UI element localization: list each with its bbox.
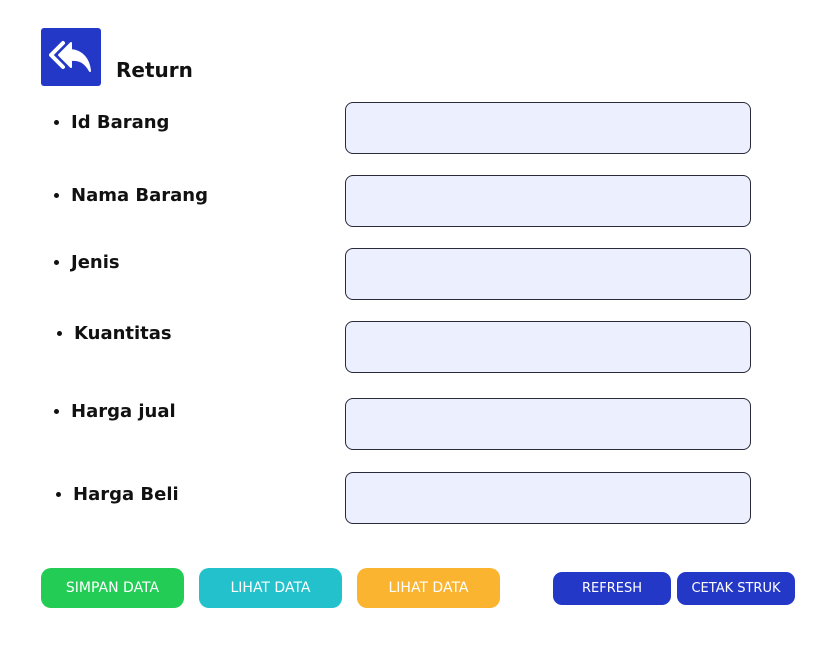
- cetak-struk-button[interactable]: CETAK STRUK: [677, 572, 795, 605]
- field-label-nama-barang: Nama Barang: [54, 185, 208, 206]
- bullet-icon: [54, 120, 59, 125]
- harga-beli-input[interactable]: [345, 472, 751, 524]
- bullet-icon: [54, 260, 59, 265]
- jenis-input[interactable]: [345, 248, 751, 300]
- field-label-text: Kuantitas: [74, 323, 172, 344]
- field-label-id-barang: Id Barang: [54, 112, 169, 133]
- bullet-icon: [57, 331, 62, 336]
- bullet-icon: [56, 492, 61, 497]
- simpan-data-button[interactable]: SIMPAN DATA: [41, 568, 184, 608]
- nama-barang-input[interactable]: [345, 175, 751, 227]
- page-title: Return: [116, 58, 193, 82]
- field-label-jenis: Jenis: [54, 252, 120, 273]
- field-label-text: Nama Barang: [71, 185, 208, 206]
- field-label-text: Harga Beli: [73, 484, 179, 505]
- bullet-icon: [54, 409, 59, 414]
- field-label-text: Id Barang: [71, 112, 170, 133]
- lihat-data-button[interactable]: LIHAT DATA: [199, 568, 342, 608]
- field-label-kuantitas: Kuantitas: [57, 323, 172, 344]
- field-label-text: Jenis: [71, 252, 120, 273]
- double-reply-arrow-icon: [49, 40, 93, 74]
- field-label-text: Harga jual: [71, 401, 176, 422]
- bullet-icon: [54, 193, 59, 198]
- harga-jual-input[interactable]: [345, 398, 751, 450]
- lihat-data-button-secondary[interactable]: LIHAT DATA: [357, 568, 500, 608]
- refresh-button[interactable]: REFRESH: [553, 572, 671, 605]
- kuantitas-input[interactable]: [345, 321, 751, 373]
- back-button[interactable]: [41, 28, 101, 86]
- field-label-harga-beli: Harga Beli: [56, 484, 179, 505]
- field-label-harga-jual: Harga jual: [54, 401, 176, 422]
- id-barang-input[interactable]: [345, 102, 751, 154]
